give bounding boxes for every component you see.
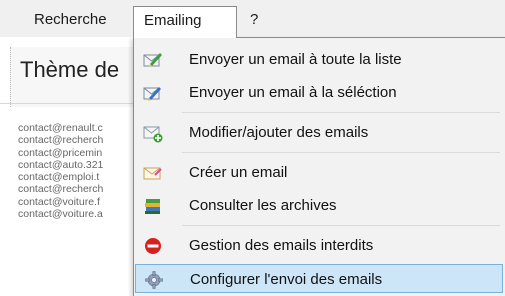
menu-item-archives[interactable]: Consulter les archives xyxy=(135,191,503,220)
email-list-item[interactable]: contact@recherch xyxy=(18,183,103,195)
email-list-item[interactable]: contact@voiture.a xyxy=(18,208,103,220)
menu-item-edit-emails[interactable]: Modifier/ajouter des emails xyxy=(135,118,503,147)
menu-item-label: Configurer l'envoi des emails xyxy=(190,271,383,288)
create-email-icon xyxy=(143,167,162,180)
edit-emails-icon xyxy=(143,126,163,143)
gear-icon xyxy=(145,271,163,289)
email-list-item[interactable]: contact@voiture.f xyxy=(18,196,103,208)
menu-separator xyxy=(182,152,500,153)
archives-icon xyxy=(145,199,160,214)
menu-separator xyxy=(182,225,500,226)
menu-item-label: Modifier/ajouter des emails xyxy=(189,124,369,141)
email-list-item[interactable]: contact@emploi.t xyxy=(18,171,103,183)
send-selection-icon xyxy=(143,87,161,101)
menu-item-label: Créer un email xyxy=(189,164,288,181)
menu-recherche[interactable]: Recherche xyxy=(24,6,117,34)
email-list-item[interactable]: contact@auto.321 xyxy=(18,159,103,171)
menu-item-label: Consulter les archives xyxy=(189,197,337,214)
menu-item-label: Gestion des emails interdits xyxy=(189,237,374,254)
theme-title: Thème de xyxy=(20,57,120,82)
menu-help[interactable]: ? xyxy=(240,6,268,34)
menu-item-create-email[interactable]: Créer un email xyxy=(135,158,503,187)
menu-item-label: Envoyer un email à toute la liste xyxy=(189,51,402,68)
menu-emailing[interactable]: Emailing xyxy=(133,6,237,38)
emailing-dropdown-menu: Envoyer un email à toute la liste Envoye… xyxy=(133,37,505,296)
send-all-icon xyxy=(143,53,162,67)
menu-separator xyxy=(182,112,500,113)
menu-bar: Recherche Emailing ? xyxy=(0,0,505,38)
menu-item-configure-sending[interactable]: Configurer l'envoi des emails xyxy=(135,264,503,293)
menu-item-send-all[interactable]: Envoyer un email à toute la liste xyxy=(135,45,503,74)
email-list-item[interactable]: contact@pricemin xyxy=(18,147,103,159)
menu-item-forbidden-emails[interactable]: Gestion des emails interdits xyxy=(135,231,503,260)
email-list-item[interactable]: contact@renault.c xyxy=(18,122,103,134)
forbidden-icon xyxy=(145,238,161,254)
email-list: contact@renault.c contact@recherch conta… xyxy=(18,122,103,220)
menu-item-label: Envoyer un email à la séléction xyxy=(189,84,397,101)
menu-item-send-selection[interactable]: Envoyer un email à la séléction xyxy=(135,78,503,107)
email-list-item[interactable]: contact@recherch xyxy=(18,134,103,146)
